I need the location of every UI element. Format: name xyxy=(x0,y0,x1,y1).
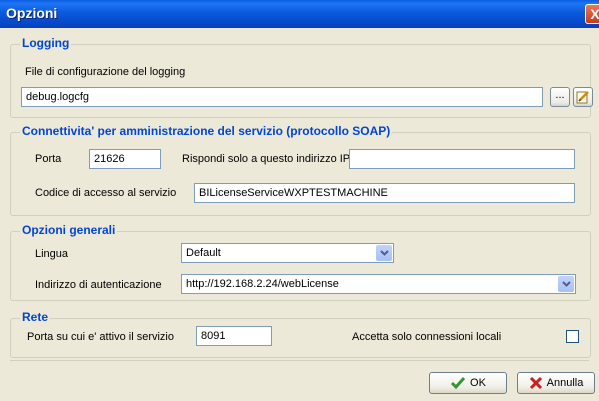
logging-file-label: File di configurazione del logging xyxy=(25,66,186,78)
checkmark-icon xyxy=(450,377,466,390)
logging-section-title: Logging xyxy=(20,36,72,50)
logging-file-input[interactable]: debug.logcfg xyxy=(21,87,543,107)
soap-section-title: Connettivita' per amministrazione del se… xyxy=(20,124,393,138)
chevron-down-icon xyxy=(379,250,389,256)
close-button[interactable]: X xyxy=(585,4,599,24)
ip-label: Rispondi solo a questo indirizzo IP xyxy=(182,153,351,165)
cancel-button[interactable]: Annulla xyxy=(517,372,595,394)
title-bar[interactable]: Opzioni X xyxy=(0,0,599,28)
codice-input[interactable]: BILicenseServiceWXPTESTMACHINE xyxy=(194,183,575,203)
auth-value: http://192.168.2.24/webLicense xyxy=(186,278,339,290)
general-section-title: Opzioni generali xyxy=(20,223,118,237)
auth-label: Indirizzo di autenticazione xyxy=(35,279,162,291)
cancel-label: Annulla xyxy=(546,377,584,389)
edit-icon xyxy=(576,91,589,104)
browse-label: ... xyxy=(555,89,565,101)
porta-label: Porta xyxy=(35,153,62,165)
bottom-separator xyxy=(10,360,589,361)
local-only-checkbox[interactable] xyxy=(566,330,579,343)
ok-button[interactable]: OK xyxy=(429,372,507,394)
porta-input[interactable]: 21626 xyxy=(89,149,161,169)
rete-section-title: Rete xyxy=(20,310,51,324)
chevron-down-icon xyxy=(561,281,571,287)
codice-label: Codice di accesso al servizio xyxy=(35,187,177,199)
lingua-dropdown-button[interactable] xyxy=(376,245,392,261)
close-icon: X xyxy=(590,6,599,22)
auth-select[interactable]: http://192.168.2.24/webLicense xyxy=(181,274,576,294)
ip-input[interactable] xyxy=(349,149,575,169)
browse-button[interactable]: ... xyxy=(550,87,570,107)
window-title: Opzioni xyxy=(6,5,58,21)
ok-label: OK xyxy=(470,377,486,389)
lingua-value: Default xyxy=(186,247,221,259)
edit-button[interactable] xyxy=(573,87,593,107)
soap-group xyxy=(10,132,591,216)
local-only-label: Accetta solo connessioni locali xyxy=(352,331,502,343)
options-dialog: Opzioni X Logging File di configurazione… xyxy=(0,0,599,401)
auth-dropdown-button[interactable] xyxy=(558,276,574,292)
lingua-select[interactable]: Default xyxy=(181,243,394,263)
lingua-label: Lingua xyxy=(35,248,69,260)
x-icon xyxy=(529,376,542,390)
rete-port-input[interactable]: 8091 xyxy=(196,326,272,346)
rete-port-label: Porta su cui e' attivo il servizio xyxy=(27,331,174,343)
